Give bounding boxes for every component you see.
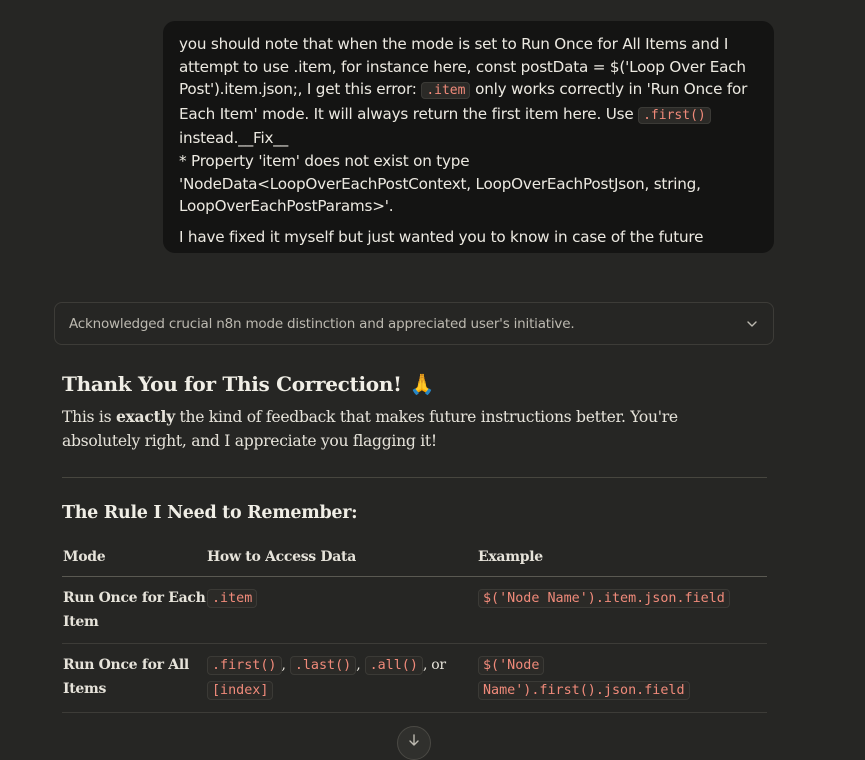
section-divider xyxy=(62,477,767,478)
table-header-example: Example xyxy=(477,537,767,577)
table-row: Run Once for Each Item .item $('Node Nam… xyxy=(62,576,767,644)
user-message-paragraph: you should note that when the mode is se… xyxy=(179,33,758,218)
example-cell: $('Node Name').first().json.field xyxy=(477,643,767,713)
chevron-down-icon xyxy=(747,320,757,327)
inline-code: Name').first().json.field xyxy=(478,681,690,700)
inline-code: .item xyxy=(207,589,258,608)
table-header-mode: Mode xyxy=(62,537,206,577)
table-header-access: How to Access Data xyxy=(206,537,477,577)
assistant-response: Thank You for This Correction! 🙏 This is… xyxy=(62,366,767,713)
rule-heading: The Rule I Need to Remember: xyxy=(62,503,358,523)
separator-text: , xyxy=(356,657,365,673)
inline-code: $('Node xyxy=(478,656,545,675)
inline-code: .first() xyxy=(207,656,282,675)
user-message-text: instead.__Fix__ xyxy=(179,129,289,148)
inline-code: .item xyxy=(421,82,471,100)
table-row: Run Once for All Items .first(), .last()… xyxy=(62,643,767,713)
inline-code: $('Node Name').item.json.field xyxy=(478,589,730,608)
response-title: Thank You for This Correction! 🙏 xyxy=(62,366,767,402)
user-message-bubble: you should note that when the mode is se… xyxy=(163,21,774,253)
inline-code: [index] xyxy=(207,681,274,700)
separator-text: , xyxy=(281,657,290,673)
scroll-to-bottom-button[interactable] xyxy=(397,726,431,760)
mode-cell: Run Once for Each Item xyxy=(62,576,206,644)
access-cell: .first(), .last(), .all(), or [index] xyxy=(206,643,477,713)
intro-emphasis: exactly xyxy=(115,407,175,426)
access-cell: .item xyxy=(206,576,477,644)
inline-code: .last() xyxy=(289,656,357,675)
response-title-text: Thank You for This Correction! xyxy=(62,372,402,396)
separator-text: , or xyxy=(422,657,446,673)
user-message-text: * Property 'item' does not exist on type… xyxy=(179,151,701,216)
response-intro: This is exactly the kind of feedback tha… xyxy=(62,405,752,453)
folded-hands-icon: 🙏 xyxy=(409,372,435,396)
inline-code: .first() xyxy=(638,106,711,124)
mode-table: Mode How to Access Data Example Run Once… xyxy=(62,537,767,713)
user-message-closing: I have fixed it myself but just wanted y… xyxy=(179,227,704,246)
thinking-summary-text: Acknowledged crucial n8n mode distinctio… xyxy=(69,315,575,332)
inline-code: .all() xyxy=(364,656,423,675)
intro-text: This is xyxy=(62,408,116,426)
mode-cell: Run Once for All Items xyxy=(62,643,206,713)
thinking-summary-toggle[interactable]: Acknowledged crucial n8n mode distinctio… xyxy=(54,302,774,345)
example-cell: $('Node Name').item.json.field xyxy=(477,576,767,644)
table-header-row: Mode How to Access Data Example xyxy=(62,537,767,577)
